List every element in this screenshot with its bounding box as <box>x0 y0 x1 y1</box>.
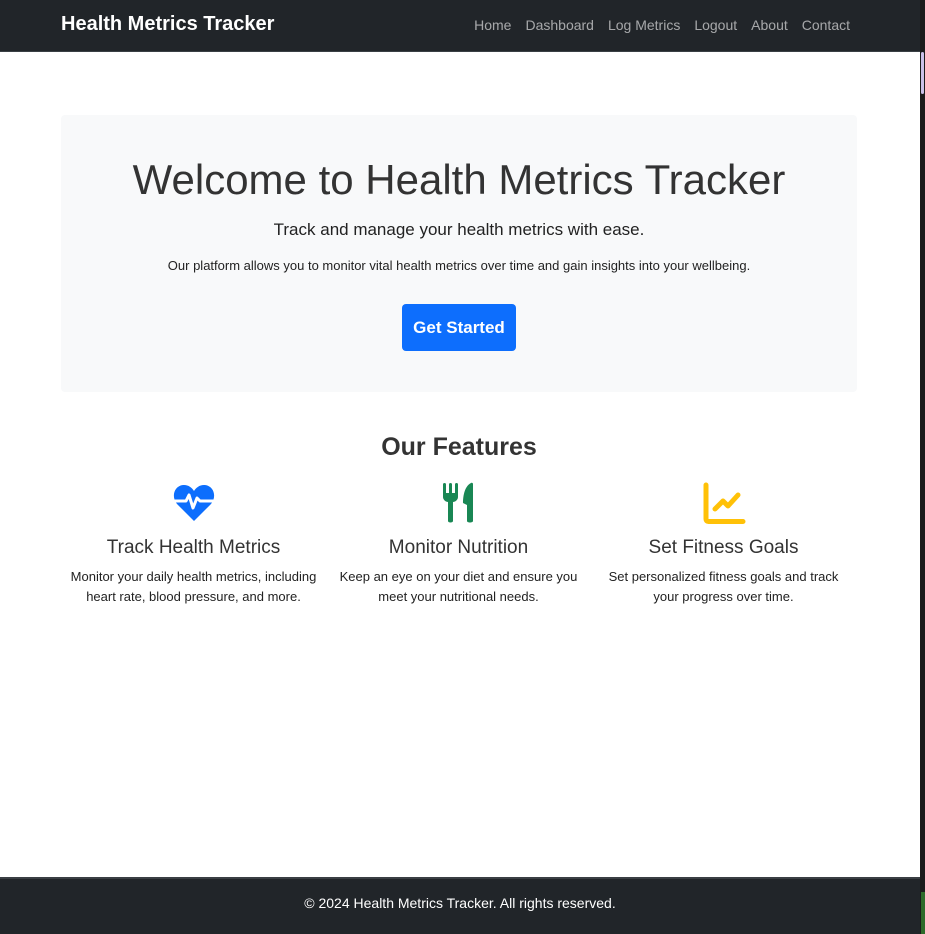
nav-link-log-metrics[interactable]: Log Metrics <box>608 17 680 33</box>
hero-description: Our platform allows you to monitor vital… <box>167 258 751 273</box>
chart-line-icon <box>703 482 745 524</box>
feature-track-health: Track Health Metrics Monitor your daily … <box>61 481 326 607</box>
nav-link-contact[interactable]: Contact <box>802 17 850 33</box>
navbar: Health Metrics Tracker Home Dashboard Lo… <box>0 0 920 52</box>
feature-text: Set personalized fitness goals and track… <box>608 569 839 604</box>
heart-pulse-icon <box>173 484 214 521</box>
footer: © 2024 Health Metrics Tracker. All right… <box>0 877 920 934</box>
window-edge <box>920 0 925 934</box>
nav-item-contact: Contact <box>802 17 850 35</box>
get-started-button[interactable]: Get Started <box>402 304 516 351</box>
feature-fitness-goals: Set Fitness Goals Set personalized fitne… <box>591 481 856 607</box>
page: Health Metrics Tracker Home Dashboard Lo… <box>0 0 920 934</box>
nav-item-about: About <box>751 17 788 35</box>
nav-item-dashboard: Dashboard <box>525 17 594 35</box>
nav-item-log-metrics: Log Metrics <box>608 17 680 35</box>
nav-link-home[interactable]: Home <box>474 17 511 33</box>
feature-text: Monitor your daily health metrics, inclu… <box>70 569 317 604</box>
feature-monitor-nutrition: Monitor Nutrition Keep an eye on your di… <box>326 481 591 607</box>
footer-copyright: © 2024 Health Metrics Tracker. All right… <box>304 895 616 911</box>
nav-link-logout[interactable]: Logout <box>694 17 737 33</box>
feature-text: Keep an eye on your diet and ensure you … <box>339 569 578 604</box>
navbar-brand[interactable]: Health Metrics Tracker <box>61 13 274 36</box>
nav-links: Home Dashboard Log Metrics Logout About … <box>474 17 850 35</box>
feature-title: Track Health Metrics <box>106 537 281 558</box>
nav-link-about[interactable]: About <box>751 17 788 33</box>
background-window-edge <box>921 892 925 934</box>
hero-jumbotron: Welcome to Health Metrics Tracker Track … <box>61 115 857 392</box>
hero-title: Welcome to Health Metrics Tracker <box>132 156 786 203</box>
nav-item-logout: Logout <box>694 17 737 35</box>
hero-lead: Track and manage your health metrics wit… <box>273 220 645 239</box>
nav-link-dashboard[interactable]: Dashboard <box>525 17 594 33</box>
nav-item-home: Home <box>474 17 511 35</box>
utensils-icon <box>442 482 473 523</box>
feature-title: Set Fitness Goals <box>648 537 799 558</box>
scrollbar-thumb[interactable] <box>921 52 924 94</box>
feature-title: Monitor Nutrition <box>388 537 529 558</box>
features-title: Our Features <box>381 433 537 461</box>
